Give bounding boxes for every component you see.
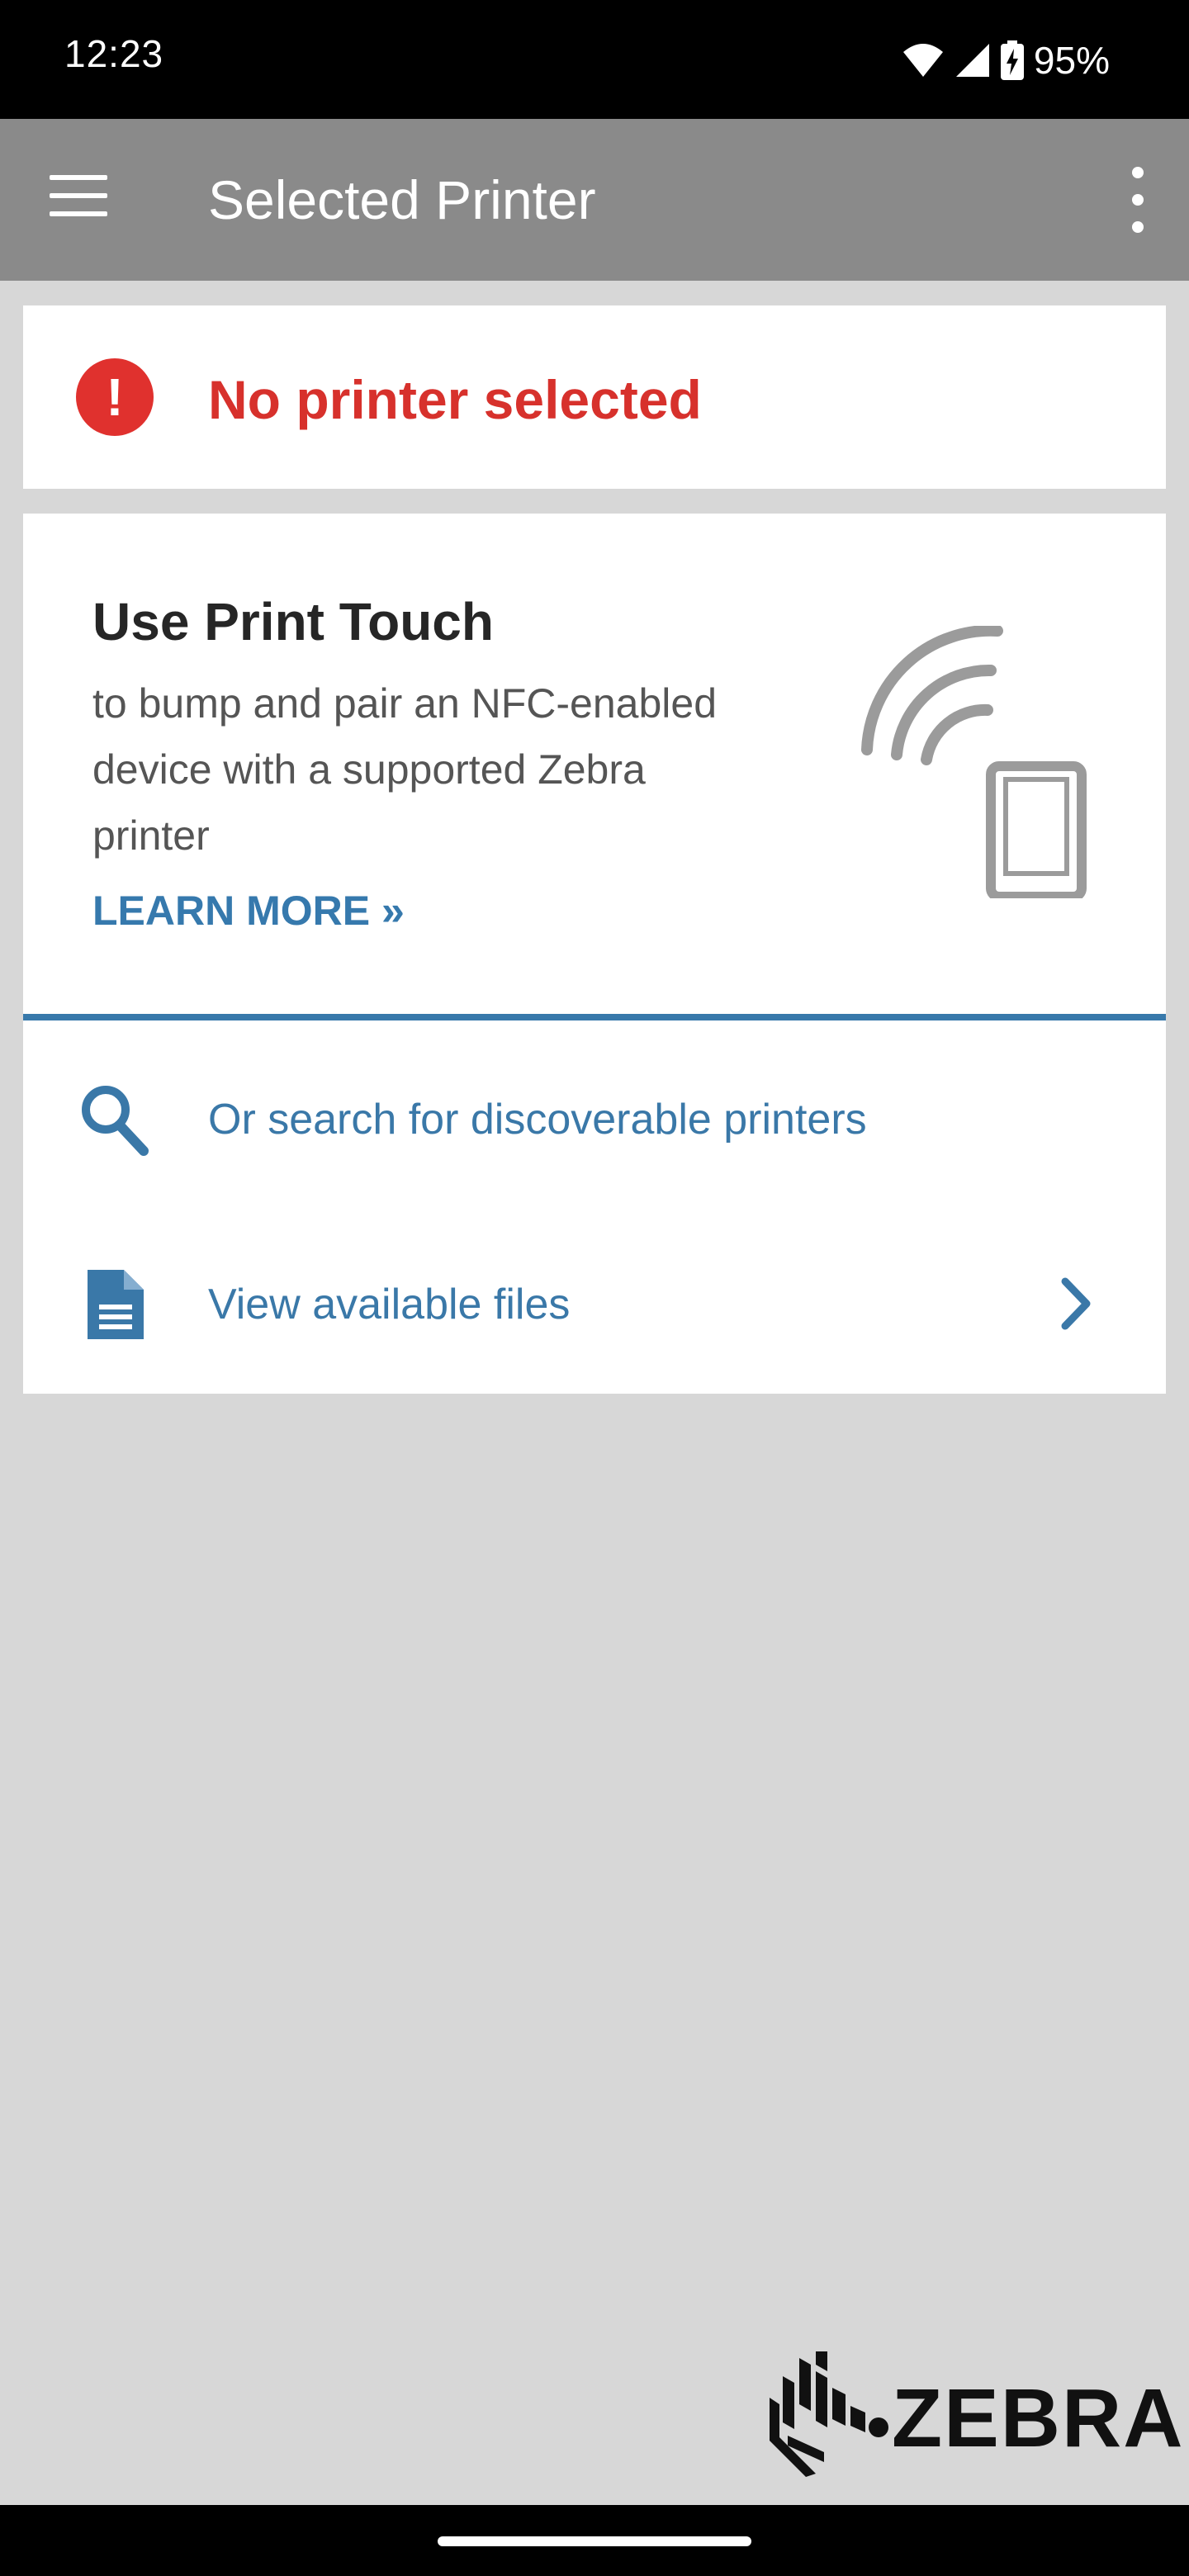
error-icon: ! bbox=[76, 358, 154, 436]
search-printers-label: Or search for discoverable printers bbox=[208, 1096, 867, 1144]
wifi-icon bbox=[902, 44, 943, 77]
zebra-wordmark: ZEBRA bbox=[892, 2372, 1185, 2465]
zebra-head-icon bbox=[770, 2351, 888, 2477]
document-icon bbox=[88, 1270, 144, 1339]
card-divider bbox=[23, 1014, 1166, 1020]
print-touch-title: Use Print Touch bbox=[92, 592, 494, 651]
search-printers-row[interactable]: Or search for discoverable printers bbox=[23, 1037, 1166, 1202]
chevron-right-icon bbox=[1061, 1277, 1091, 1330]
zebra-logo: ZEBRA bbox=[766, 2346, 1182, 2479]
view-files-row[interactable]: View available files bbox=[23, 1222, 1166, 1387]
search-icon bbox=[82, 1086, 149, 1156]
no-printer-card: ! No printer selected bbox=[23, 305, 1166, 489]
status-time: 12:23 bbox=[64, 32, 164, 75]
nfc-phone-icon bbox=[861, 626, 1087, 898]
print-touch-card: Use Print Touch to bump and pair an NFC-… bbox=[23, 514, 1166, 1017]
print-touch-description: to bump and pair an NFC-enabled device w… bbox=[92, 680, 718, 859]
system-nav-bar bbox=[0, 2505, 1189, 2576]
actions-card: Or search for discoverable printers View… bbox=[23, 1020, 1166, 1394]
battery-percentage: 95% bbox=[1033, 39, 1110, 82]
no-printer-text: No printer selected bbox=[208, 369, 702, 430]
status-icons: 95% bbox=[902, 31, 1110, 89]
battery-charging-icon bbox=[1000, 40, 1024, 80]
signal-icon bbox=[955, 44, 989, 77]
status-bar: 12:23 95% bbox=[0, 0, 1189, 119]
learn-more-link[interactable]: LEARN MORE » bbox=[92, 887, 405, 935]
more-vert-icon[interactable] bbox=[1121, 167, 1154, 233]
hamburger-menu-icon[interactable] bbox=[50, 175, 107, 225]
view-files-label: View available files bbox=[208, 1281, 571, 1328]
page-title: Selected Printer bbox=[208, 169, 596, 230]
home-gesture-handle[interactable] bbox=[438, 2536, 751, 2546]
app-bar: Selected Printer bbox=[0, 119, 1189, 281]
